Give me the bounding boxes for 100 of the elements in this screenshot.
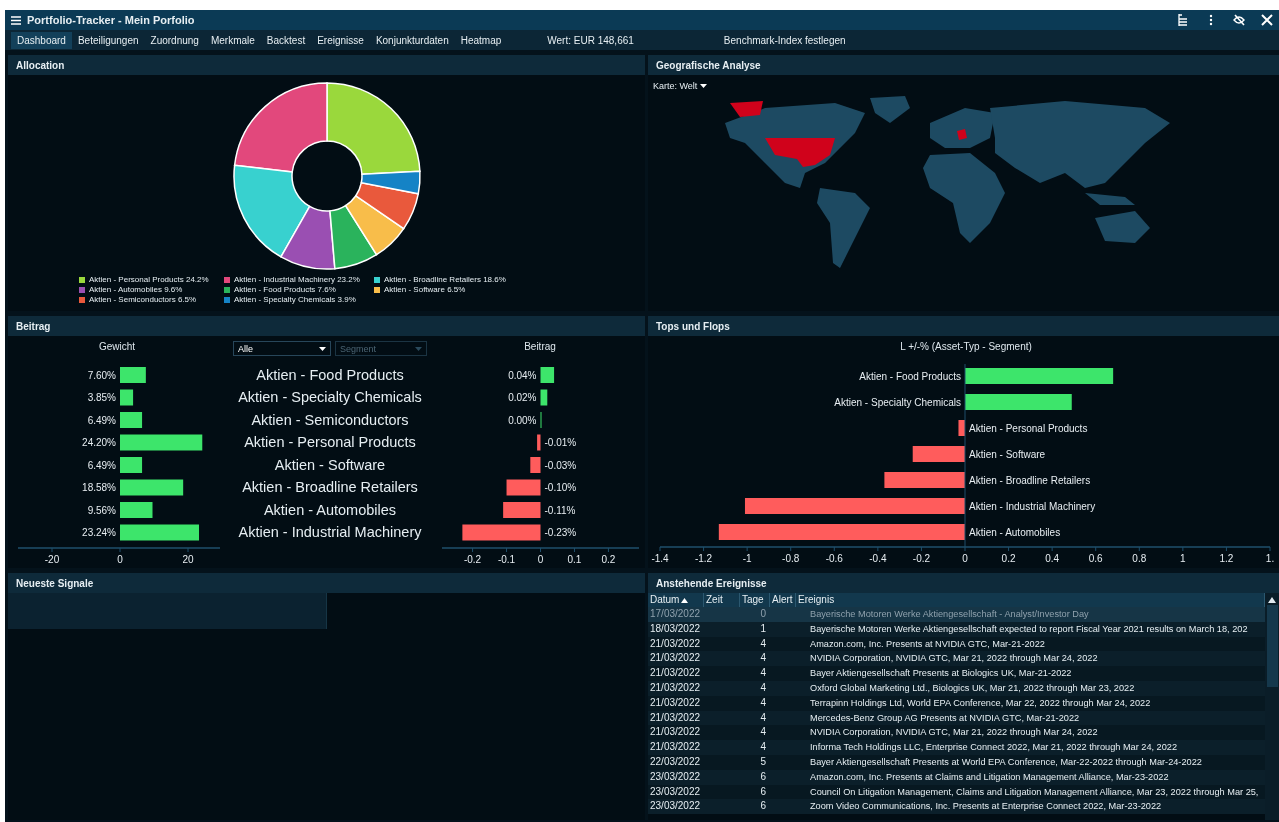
menu-icon[interactable] <box>11 15 21 25</box>
category-label: Aktien - Industrial Machinery <box>969 500 1096 512</box>
days-cell-text: 6 <box>759 769 767 784</box>
tab[interactable]: Zuordnung <box>144 31 205 49</box>
value-label: -0.11% <box>544 504 576 516</box>
bar <box>912 446 965 462</box>
value-label: -0.01% <box>544 437 577 448</box>
axis-tick-label: 0.4 <box>1045 553 1060 564</box>
caret-icon <box>319 346 326 351</box>
days-cell-text: 4 <box>759 651 767 666</box>
scrollbar-thumb[interactable] <box>1266 605 1278 687</box>
tab[interactable]: Konjunkturdaten <box>369 31 455 49</box>
scrollbar[interactable] <box>1265 593 1279 820</box>
event-cell-text: Council On Litigation Management, Claims and Litigation Management Alliance, Mar 23, 2022 through Mar 25, <box>809 785 1260 799</box>
axis-tick-label: 1. <box>1265 553 1275 564</box>
segment-label: Aktien - Software <box>274 455 386 475</box>
value-label: 0.04% <box>508 369 537 381</box>
event-row[interactable]: 21/03/2022 4 NVIDIA Corporation, NVIDIA GTC, Mar 21, 2022 through Mar 24, 2022 <box>648 651 1265 667</box>
value-label: 18.58% <box>82 482 116 493</box>
segment-label: Aktien - Automobiles <box>263 500 397 520</box>
tree-icon[interactable] <box>1177 14 1189 26</box>
close-icon[interactable] <box>1261 14 1273 26</box>
segment-label: Aktien - Semiconductors <box>251 410 409 430</box>
days-cell-text: 0 <box>759 607 767 621</box>
event-cell-text: Informa Tech Holdings LLC, Enterprise Connect 2022, Mar 21, 2022 through Mar 24, 2022 <box>809 741 1179 755</box>
caret-icon <box>415 346 422 351</box>
segment-label: Aktien - Specialty Chemicals <box>238 388 422 408</box>
days-cell-text: 1 <box>759 621 767 636</box>
value-label: 0.02% <box>508 392 537 403</box>
event-cell-text: Mercedes-Benz Group AG Presents at NVIDIA GTC, Mar-21-2022 <box>809 711 1081 725</box>
chart-title: Beitrag <box>524 341 556 352</box>
days-cell-text: 4 <box>759 695 767 710</box>
axis-tick-label: 20 <box>182 554 194 565</box>
days-cell-text: 6 <box>759 799 767 814</box>
tab[interactable]: Backtest <box>260 31 312 49</box>
category-label: Aktien - Specialty Chemicals <box>834 396 961 408</box>
category-label: Aktien - Broadline Retailers <box>969 474 1091 486</box>
tab[interactable]: Beteiligungen <box>71 31 145 49</box>
value-label: 24.20% <box>82 437 116 448</box>
legend-label: Aktien - Industrial Machinery 23.2% <box>234 275 360 284</box>
days-cell-text: 4 <box>759 710 767 725</box>
date-cell-text: 21/03/2022 <box>649 666 702 681</box>
axis-tick-label: 0.8 <box>1132 553 1147 564</box>
legend-label: Aktien - Broadline Retailers 18.6% <box>384 275 506 284</box>
axis-tick-label: 1.2 <box>1219 553 1234 564</box>
panel-header: Tops und Flops <box>648 316 1279 336</box>
legend-label: Aktien - Specialty Chemicals 3.9% <box>234 295 356 304</box>
date-cell-text: 23/03/2022 <box>649 784 702 799</box>
axis-tick-label: -20 <box>44 554 60 565</box>
axis-tick-label: -1.4 <box>651 553 669 564</box>
chart-title: L +/-% (Asset-Typ - Segment) <box>900 341 1032 352</box>
category-label: Aktien - Software <box>969 448 1046 460</box>
event-row[interactable]: 17/03/2022 0 Bayerische Motoren Werke Aktiengesellschaft - Analyst/Investor Day <box>648 607 1265 622</box>
map-selector[interactable]: Karte: Welt <box>653 81 708 91</box>
axis-tick-label: 0 <box>117 554 123 565</box>
event-cell-text: NVIDIA Corporation, NVIDIA GTC, Mar 21, 2022 through Mar 24, 2022 <box>809 652 1099 666</box>
event-cell-text: Bayer Aktiengesellschaft Presents at Biologics UK, Mar-21-2022 <box>809 667 1073 681</box>
tab[interactable]: Ereignisse <box>311 31 370 49</box>
panel-header: Neueste Signale <box>8 573 645 593</box>
event-row[interactable]: 21/03/2022 4 Informa Tech Holdings LLC, Enterprise Connect 2022, Mar 21, 2022 through Mar 24, 2022 <box>648 740 1265 755</box>
bar <box>503 502 541 518</box>
value-label: 23.24% <box>82 527 116 538</box>
axis-tick-label: 0.2 <box>1001 553 1016 564</box>
tab[interactable]: Heatmap <box>454 31 508 49</box>
panel-header: Allocation <box>8 55 645 75</box>
window-title: Portfolio-Tracker - Mein Porfolio <box>27 14 196 26</box>
segment-label: Aktien - Personal Products <box>244 433 416 453</box>
date-cell-text: 21/03/2022 <box>649 651 702 666</box>
axis-tick-label: -0.1 <box>497 554 516 565</box>
eye-slash-icon[interactable] <box>1233 14 1245 26</box>
portfolio-value: Wert: EUR 148,661 <box>547 34 634 46</box>
category-label: Aktien - Personal Products <box>969 422 1088 434</box>
event-cell-text: Oxford Global Marketing Ltd., Biologics UK, Mar 21, 2022 through Mar 23, 2022 <box>809 682 1136 695</box>
tab[interactable]: Merkmale <box>204 31 261 49</box>
tab[interactable]: Dashboard <box>11 31 72 49</box>
bar <box>120 389 134 406</box>
date-cell-text: 22/03/2022 <box>649 754 702 769</box>
category-label: Aktien - Automobiles <box>969 526 1061 538</box>
segment-label: Aktien - Food Products <box>256 365 404 385</box>
date-cell-text: 17/03/2022 <box>649 607 702 621</box>
event-row[interactable]: 21/03/2022 4 NVIDIA Corporation, NVIDIA GTC, Mar 21, 2022 through Mar 24, 2022 <box>648 725 1265 741</box>
event-row[interactable]: 21/03/2022 4 Bayer Aktiengesellschaft Presents at Biologics UK, Mar-21-2022 <box>648 666 1265 681</box>
type-dropdown[interactable]: Alle <box>233 341 331 356</box>
panel-header: Geografische Analyse <box>648 55 1279 75</box>
event-cell-text: Bayerische Motoren Werke Aktiengesellschaft expected to report Fiscal Year 2021 results on March 18, 202 <box>809 622 1249 636</box>
date-cell-text: 21/03/2022 <box>649 636 702 651</box>
panel-header: Beitrag <box>8 316 645 336</box>
bar <box>120 367 146 383</box>
caret-icon <box>700 84 708 88</box>
scroll-up-icon[interactable] <box>1268 597 1276 603</box>
donut-slice <box>328 204 377 270</box>
value-label: -0.10% <box>544 482 577 493</box>
benchmark-button[interactable]: Benchmark-Index festlegen <box>723 34 846 46</box>
event-cell-text: NVIDIA Corporation, NVIDIA GTC, Mar 21, 2022 through Mar 24, 2022 <box>809 726 1099 740</box>
date-cell-text: 21/03/2022 <box>649 725 702 740</box>
segment-label: Aktien - Industrial Machinery <box>238 523 422 543</box>
days-cell-text: 4 <box>759 725 767 740</box>
value-label: -0.03% <box>544 459 577 471</box>
value-label: 6.49% <box>87 459 116 471</box>
event-row[interactable]: 23/03/2022 6 Zoom Video Communications, Inc. Presents at Enterprise Connect 2022, Mar-23-2022 <box>648 799 1265 815</box>
